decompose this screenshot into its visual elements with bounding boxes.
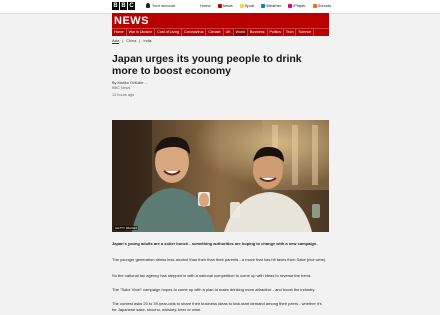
news-title[interactable]: NEWS: [114, 15, 149, 27]
subnav-separator: |: [139, 39, 141, 43]
article-photo: [112, 120, 329, 232]
bbc-logo-letter: B: [112, 2, 119, 10]
weather-icon: [261, 3, 266, 8]
news-banner: NEWS: [112, 13, 329, 28]
sounds-icon: [312, 3, 317, 8]
section-item[interactable]: War in Ukraine: [127, 29, 156, 36]
bbc-logo-letter: B: [120, 2, 127, 10]
section-item-active[interactable]: World: [233, 29, 248, 36]
section-item[interactable]: Politics: [268, 29, 284, 36]
byline: By Mariko Oi/Katie ... BBC News: [112, 81, 148, 91]
top-nav-weather[interactable]: Weather: [261, 3, 281, 8]
top-nav-sounds[interactable]: Sounds: [312, 3, 332, 8]
article-paragraph: The younger generation drinks less alcoh…: [112, 257, 327, 262]
user-icon: [146, 3, 150, 8]
top-nav-label: Home: [200, 3, 211, 8]
section-item[interactable]: Business: [248, 29, 268, 36]
top-nav-home[interactable]: Home: [200, 3, 211, 8]
article-headline: Japan urges its young people to drink mo…: [112, 53, 302, 77]
sport-icon: [239, 3, 244, 8]
article-paragraph: The "Sake Viva!" campaign hopes to come …: [112, 287, 316, 292]
top-nav-sport[interactable]: Sport: [239, 3, 255, 8]
photo-illustration: [112, 120, 329, 232]
article-intro: Japan's young adults are a sober bunch -…: [112, 241, 318, 246]
section-item[interactable]: UK: [224, 29, 234, 36]
section-item[interactable]: Tech: [284, 29, 297, 36]
top-nav-label: News: [222, 3, 233, 8]
author-role: BBC News: [112, 86, 131, 90]
account-label: Your account: [152, 3, 176, 8]
top-nav-label: iPlayer: [293, 3, 306, 8]
top-nav-label: Sounds: [317, 3, 332, 8]
top-nav: Home News Sport Weather iPlayer Sounds: [200, 3, 331, 8]
top-nav-news[interactable]: News: [217, 3, 233, 8]
article-paragraph: The contest asks 20 to 39-year-olds to s…: [112, 301, 322, 312]
section-item[interactable]: Home: [112, 29, 127, 36]
section-item[interactable]: Coronavirus: [182, 29, 207, 36]
subnav-separator: |: [122, 39, 124, 43]
timestamp: 13 hours ago: [112, 93, 135, 97]
article-paragraph: So the national tax agency has stepped i…: [112, 273, 312, 278]
section-item[interactable]: Science: [296, 29, 315, 36]
subnav-item-china[interactable]: China: [126, 39, 136, 44]
iplayer-icon: [288, 3, 293, 8]
section-nav: Home War in Ukraine Cost of Living Coron…: [112, 28, 329, 36]
news-icon: [217, 3, 222, 8]
account-link[interactable]: Your account: [146, 3, 175, 8]
top-nav-iplayer[interactable]: iPlayer: [288, 3, 306, 8]
sub-nav: Asia | China | India: [112, 39, 152, 44]
page: B B C Your account Home News Sport Weath…: [0, 0, 440, 315]
bbc-logo[interactable]: B B C: [112, 2, 135, 10]
image-credit: GETTY IMAGES: [114, 226, 139, 230]
top-bar: B B C Your account Home News Sport Weath…: [0, 0, 440, 14]
section-item[interactable]: Cost of Living: [155, 29, 183, 36]
bbc-logo-letter: C: [128, 2, 135, 10]
subnav-item-india[interactable]: India: [143, 39, 151, 44]
section-item[interactable]: Climate: [206, 29, 224, 36]
top-nav-label: Weather: [266, 3, 282, 8]
top-nav-label: Sport: [244, 3, 255, 8]
subnav-item-asia[interactable]: Asia: [112, 39, 120, 44]
